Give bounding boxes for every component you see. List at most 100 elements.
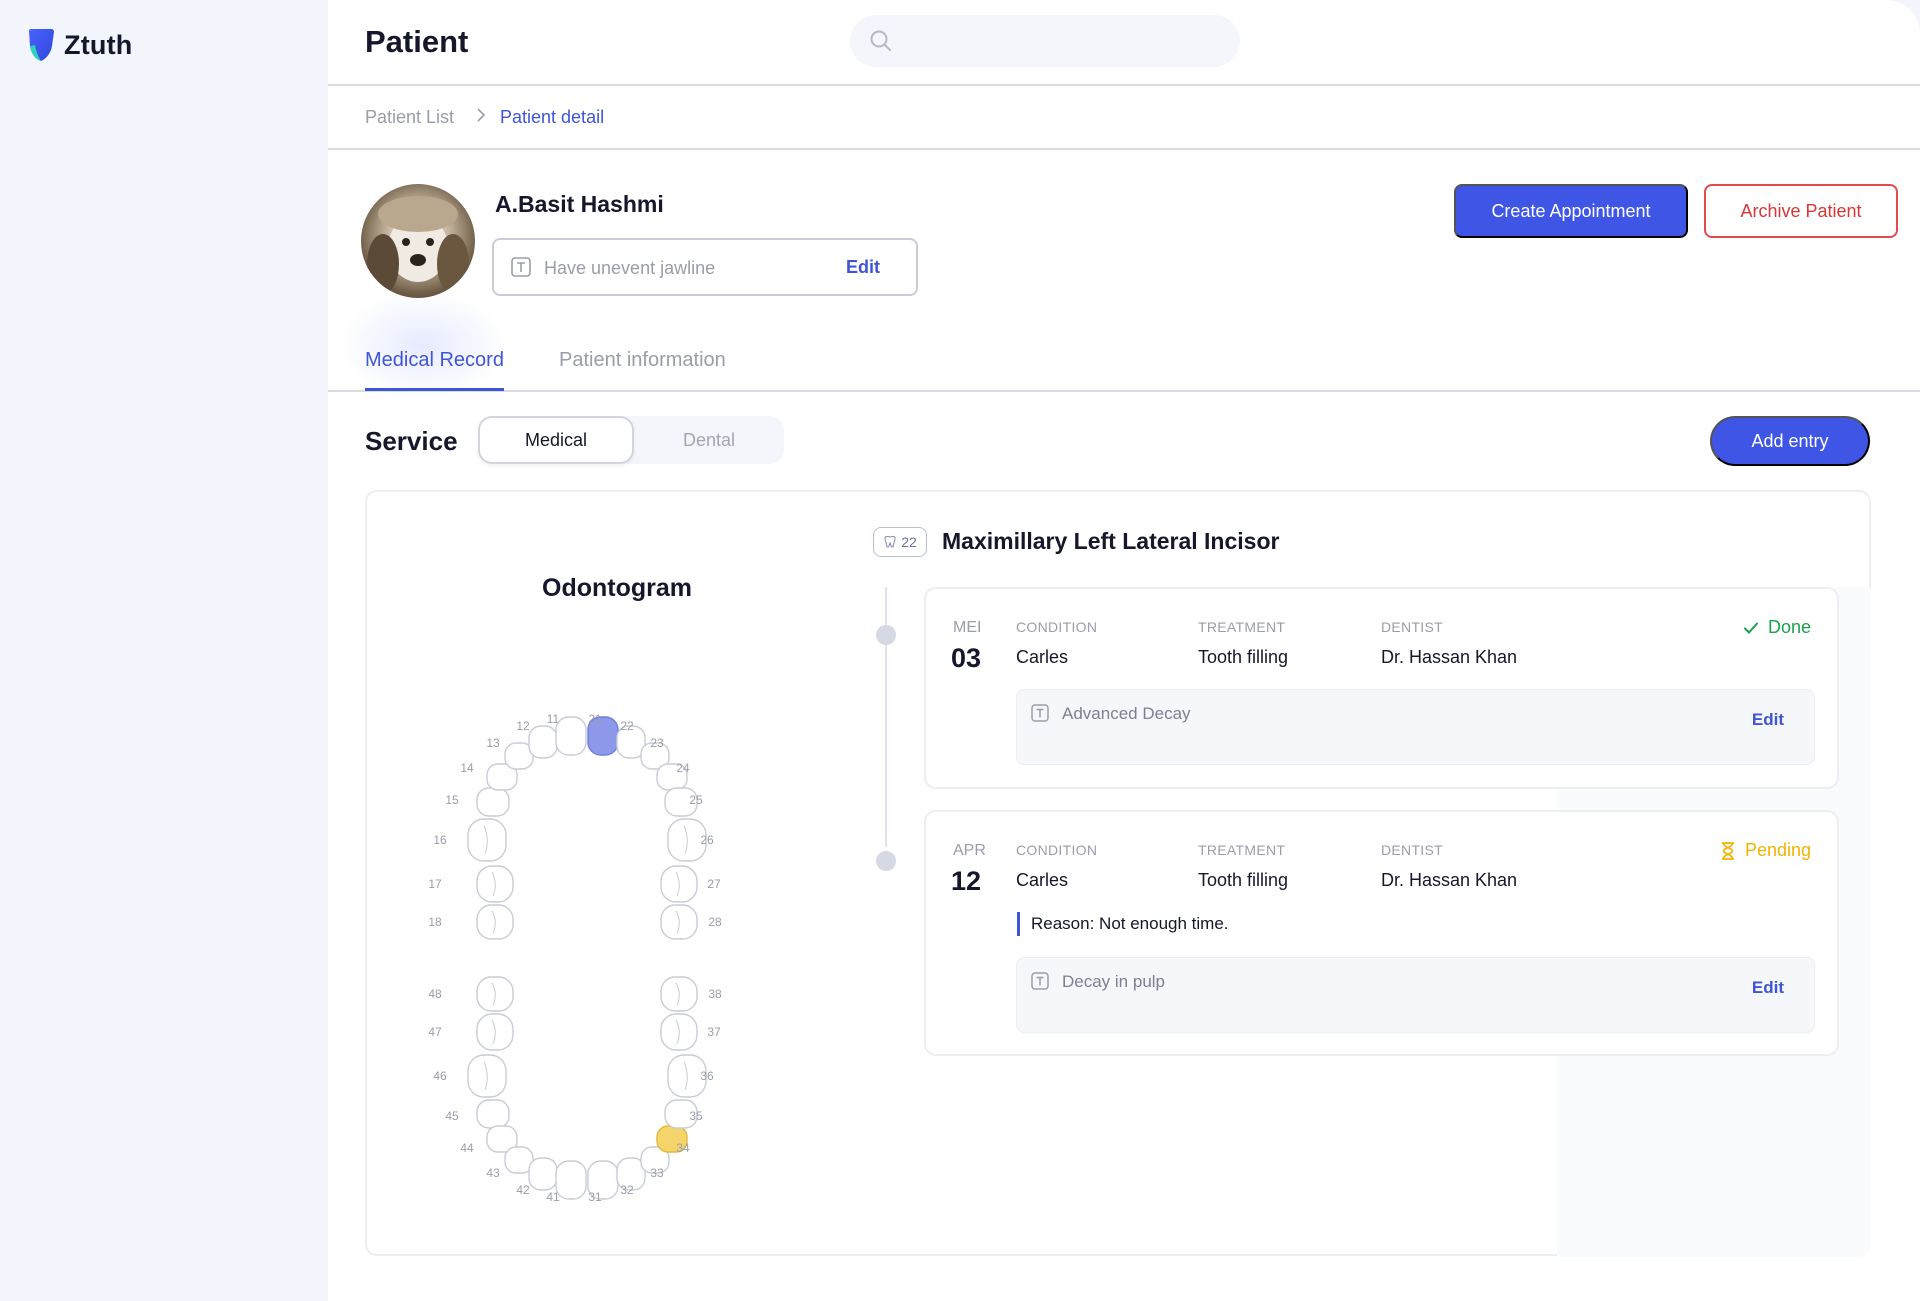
status-text: Pending (1744, 840, 1811, 860)
tab-patient-information[interactable]: Patient information (559, 349, 726, 372)
note-icon (511, 257, 531, 277)
logo[interactable]: Ztuth (26, 28, 132, 62)
patient-note-field[interactable]: Have unevent jawline Edit (492, 238, 918, 296)
tooth-label-24: 24 (676, 761, 690, 775)
tooth-label-31: 31 (588, 1190, 602, 1204)
treatment-value: Tooth filling (1198, 870, 1289, 890)
note-icon (1031, 704, 1049, 722)
search-input[interactable] (850, 15, 1240, 67)
tooth-label-25: 25 (689, 793, 703, 807)
tooth-label-34: 34 (676, 1141, 690, 1155)
treatment-label: TREATMENT (1198, 842, 1286, 858)
patient-note-text: Have unevent jawline (544, 258, 716, 278)
status-badge: Pending (1719, 840, 1811, 861)
create-appointment-button[interactable]: Create Appointment (1454, 184, 1688, 238)
treatment-label: TREATMENT (1198, 619, 1286, 635)
record-entry[interactable]: APR 12 CONDITION Carles TREATMENT Tooth … (924, 810, 1839, 1056)
tooth-12[interactable] (528, 725, 558, 759)
tooth-logo-icon (29, 29, 54, 61)
patient-note-edit-button[interactable]: Edit (846, 257, 880, 278)
condition-label: CONDITION (1016, 842, 1098, 858)
search-icon (870, 30, 891, 51)
tooth-label-44: 44 (460, 1141, 474, 1155)
tooth-label-37: 37 (707, 1025, 721, 1039)
entry-month: APR (953, 842, 986, 859)
service-toggle: Medical Dental (478, 416, 784, 464)
tooth-45[interactable] (476, 1099, 510, 1129)
tooth-label-28: 28 (708, 915, 722, 929)
segment-medical[interactable]: Medical (478, 416, 634, 464)
tooth-label-43: 43 (486, 1166, 500, 1180)
main-panel: Patient Patient List Patient detail A.Ba… (328, 0, 1920, 1301)
condition-label: CONDITION (1016, 619, 1098, 635)
sidebar: Ztuth (0, 0, 328, 1301)
segment-dental[interactable]: Dental (634, 416, 784, 464)
dentist-label: DENTIST (1381, 842, 1443, 858)
add-entry-button[interactable]: Add entry (1710, 416, 1870, 466)
entry-note-text: Advanced Decay (1062, 704, 1191, 723)
tooth-15[interactable] (476, 787, 510, 817)
tooth-number: 22 (901, 534, 917, 550)
entry-edit-button[interactable]: Edit (1752, 978, 1784, 998)
tooth-label-41: 41 (546, 1190, 560, 1204)
entry-edit-button[interactable]: Edit (1752, 710, 1784, 730)
tooth-label-26: 26 (700, 833, 714, 847)
service-heading: Service (365, 426, 458, 456)
tooth-label-36: 36 (700, 1069, 714, 1083)
tooth-label-14: 14 (460, 761, 474, 775)
breadcrumb-patient-list[interactable]: Patient List (365, 107, 454, 128)
timeline-dot (876, 625, 896, 645)
tooth-label-32: 32 (620, 1183, 634, 1197)
tooth-number-badge: 22 (873, 527, 927, 557)
entry-note: Advanced Decay Edit (1016, 689, 1815, 765)
hourglass-icon (1721, 841, 1734, 860)
tooth-42[interactable] (528, 1157, 558, 1191)
app-name: Ztuth (64, 29, 133, 60)
tooth-name: Maximillary Left Lateral Incisor (942, 528, 1280, 554)
condition-value: Carles (1016, 870, 1069, 890)
tooth-label-38: 38 (708, 987, 722, 1001)
tooth-label-23: 23 (650, 736, 664, 750)
breadcrumb-patient-detail[interactable]: Patient detail (500, 107, 604, 128)
app-frame: Ztuth Patient Patient List Patient detai… (0, 0, 1920, 1301)
tab-medical-record[interactable]: Medical Record (365, 349, 504, 391)
pending-reason: Reason: Not enough time. (1017, 912, 1229, 936)
condition-value: Carles (1016, 647, 1069, 667)
tooth-label-15: 15 (445, 793, 459, 807)
breadcrumb: Patient List Patient detail (328, 86, 1920, 150)
patient-name: A.Basit Hashmi (495, 191, 664, 217)
dentist-value: Dr. Hassan Khan (1381, 647, 1518, 667)
tooth-label-13: 13 (486, 736, 500, 750)
tooth-11[interactable] (555, 716, 587, 756)
entry-day: 03 (951, 643, 982, 673)
entry-note: Decay in pulp Edit (1016, 957, 1815, 1033)
odontogram-chart: 18 17 16 15 14 13 12 11 21 22 23 24 25 26 27 28 48 47 46 45… (428, 712, 722, 1204)
tooth-label-21: 21 (588, 712, 602, 726)
tooth-label-35: 35 (689, 1109, 703, 1123)
tooth-label-22: 22 (620, 719, 634, 733)
note-icon (1031, 972, 1049, 990)
tooth-label-45: 45 (445, 1109, 459, 1123)
status-text: Done (1767, 617, 1811, 637)
tooth-41[interactable] (555, 1160, 587, 1200)
chevron-right-icon (477, 108, 486, 122)
tooth-label-27: 27 (707, 877, 721, 891)
page-title: Patient (365, 24, 469, 59)
tooth-label-17: 17 (428, 877, 442, 891)
archive-patient-button[interactable]: Archive Patient (1704, 184, 1898, 238)
record-entry[interactable]: MEI 03 CONDITION Carles TREATMENT Tooth … (924, 587, 1839, 789)
treatment-value: Tooth filling (1198, 647, 1289, 667)
dentist-value: Dr. Hassan Khan (1381, 870, 1518, 890)
tooth-label-33: 33 (650, 1166, 664, 1180)
tooth-label-42: 42 (516, 1183, 530, 1197)
odontogram-title: Odontogram (542, 574, 692, 602)
avatar (361, 184, 475, 298)
tooth-label-47: 47 (428, 1025, 442, 1039)
tooth-icon (884, 535, 896, 548)
entry-day: 12 (951, 866, 982, 896)
tooth-label-48: 48 (428, 987, 442, 1001)
avatar-image (367, 196, 469, 294)
tooth-label-12: 12 (516, 719, 530, 733)
entry-month: MEI (953, 619, 982, 636)
tooth-label-16: 16 (433, 833, 447, 847)
